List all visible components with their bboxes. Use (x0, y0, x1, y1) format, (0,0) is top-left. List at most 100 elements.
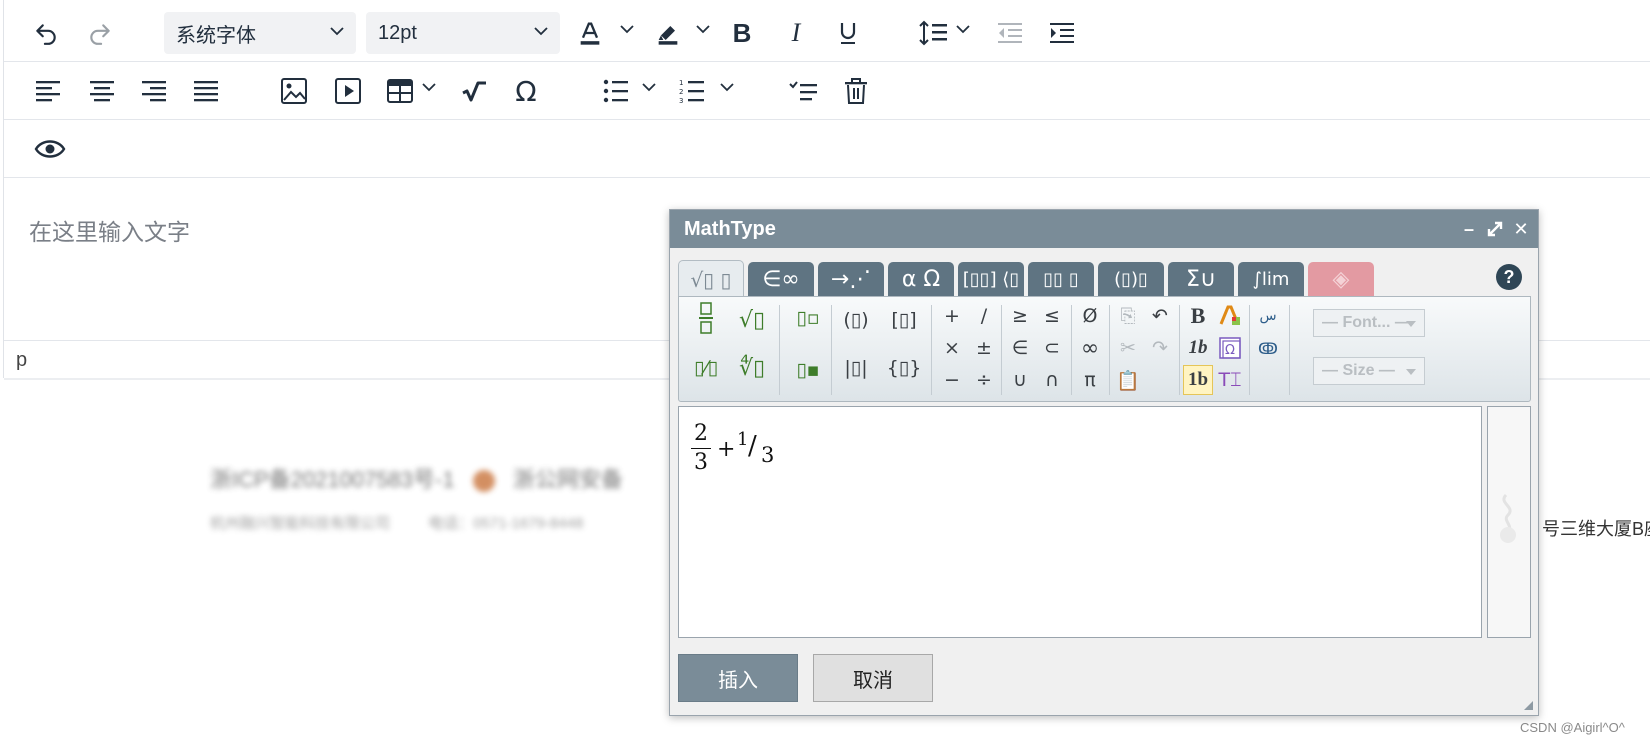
element-of-icon[interactable]: ∈ (1005, 333, 1035, 363)
math-mode-icon[interactable]: 1b (1183, 365, 1213, 395)
tab-scripts[interactable]: ▯▯ ▯ (1028, 262, 1094, 296)
chevron-down-icon[interactable] (720, 82, 734, 92)
curly-brackets-icon[interactable]: {▯} (887, 353, 922, 383)
insert-button[interactable]: 插入 (678, 654, 798, 702)
preview-button[interactable] (30, 131, 70, 167)
tab-big-operators[interactable]: Σ∪ (1168, 262, 1234, 296)
size-select[interactable]: — Size — (1313, 357, 1425, 385)
font-color-icon[interactable] (1215, 301, 1245, 331)
redo-icon[interactable]: ↷ (1145, 333, 1175, 363)
font-select-value: — Font... — (1322, 314, 1411, 331)
maximize-icon[interactable] (1486, 220, 1504, 238)
align-left-icon (36, 81, 60, 102)
square-brackets-icon[interactable]: [▯] (889, 305, 919, 335)
underline-button[interactable] (830, 15, 866, 51)
italic-button[interactable]: I (778, 15, 814, 51)
plus-minus-icon[interactable]: ± (969, 333, 999, 363)
mathtype-titlebar[interactable]: MathType – ✕ (670, 210, 1538, 248)
italic-math-icon[interactable]: 1b (1183, 333, 1213, 363)
nth-root-icon[interactable]: ∜▯ (737, 353, 767, 383)
parentheses-icon[interactable]: (▯) (841, 305, 871, 335)
line-height-button[interactable] (916, 15, 952, 51)
align-left-button[interactable] (30, 73, 66, 109)
tab-symbols[interactable]: ∈∞ (748, 262, 814, 296)
times-icon[interactable]: × (937, 333, 967, 363)
superscript-icon[interactable]: ▯▫ (793, 303, 823, 333)
bullet-list-icon (603, 79, 628, 103)
bevelled-fraction-icon[interactable]: ▯⁄▯ (691, 353, 721, 383)
outdent-button[interactable] (992, 15, 1028, 51)
subset-icon[interactable]: ⊂ (1037, 333, 1067, 363)
tab-greek[interactable]: α Ω (888, 262, 954, 296)
tab-general[interactable]: √▯ ▯ (678, 260, 744, 298)
handwriting-panel[interactable] (1487, 406, 1531, 638)
chevron-down-icon[interactable] (956, 24, 970, 34)
text-color-button[interactable] (572, 15, 608, 51)
cancel-button[interactable]: 取消 (813, 654, 933, 702)
format-painter-button[interactable] (786, 73, 822, 109)
plus-operator: + (717, 437, 736, 462)
handwriting-icon[interactable]: ↂ (1253, 333, 1283, 363)
delete-button[interactable] (838, 73, 874, 109)
chevron-down-icon[interactable] (422, 82, 436, 92)
font-size-select[interactable]: 12pt (366, 12, 560, 54)
chevron-down-icon[interactable] (642, 82, 656, 92)
chevron-down-icon[interactable] (620, 24, 634, 34)
sqrt-icon[interactable]: √▯ (737, 305, 767, 335)
bullet-list-button[interactable] (598, 73, 634, 109)
bold-icon[interactable]: B (1183, 301, 1213, 331)
close-icon[interactable]: ✕ (1512, 220, 1530, 238)
tab-chemistry[interactable]: ◈ (1308, 262, 1374, 296)
intersection-icon[interactable]: ∩ (1037, 365, 1067, 395)
tab-matrices[interactable]: [▯▯] ⟨▯ (958, 262, 1024, 296)
union-icon[interactable]: ∪ (1005, 365, 1035, 395)
font-family-select[interactable]: 系统字体 (164, 12, 356, 54)
special-characters-icon[interactable]: Ω (1215, 333, 1245, 363)
insert-media-button[interactable] (330, 73, 366, 109)
minus-icon[interactable]: − (937, 365, 967, 395)
pi-icon[interactable]: π (1075, 365, 1105, 395)
empty-set-icon[interactable]: Ø (1075, 301, 1105, 331)
align-right-button[interactable] (136, 73, 172, 109)
copy-icon[interactable]: ⎘ (1113, 301, 1143, 331)
paste-icon[interactable]: 📋 (1113, 365, 1143, 395)
absolute-value-icon[interactable]: |▯| (841, 353, 871, 383)
greater-equal-icon[interactable]: ≥ (1005, 301, 1035, 331)
chevron-down-icon[interactable] (696, 24, 710, 34)
infinity-icon[interactable]: ∞ (1075, 333, 1105, 363)
element-path[interactable]: p (16, 349, 27, 372)
subscript-icon[interactable]: ▯▪ (793, 355, 823, 385)
less-equal-icon[interactable]: ≤ (1037, 301, 1067, 331)
redo-button[interactable] (80, 15, 120, 51)
insert-image-button[interactable] (276, 73, 312, 109)
insert-table-button[interactable] (382, 73, 418, 109)
svg-text:Ω: Ω (1225, 343, 1235, 358)
undo-button[interactable] (26, 15, 66, 51)
help-icon[interactable]: ? (1496, 264, 1522, 290)
minimize-icon[interactable]: – (1460, 220, 1478, 238)
cut-icon[interactable]: ✂ (1113, 333, 1143, 363)
special-char-button[interactable]: Ω (508, 73, 544, 109)
formula-edit-area[interactable]: 2 3 + 1 / 3 (678, 406, 1482, 638)
tab-decorations[interactable]: (▯)▯ (1098, 262, 1164, 296)
font-select[interactable]: — Font... — (1313, 309, 1425, 337)
fraction-icon[interactable] (691, 302, 721, 334)
numbered-list-icon: 123 (679, 79, 704, 104)
divide-icon[interactable]: ÷ (969, 365, 999, 395)
indent-button[interactable] (1044, 15, 1080, 51)
undo-icon[interactable]: ↶ (1145, 301, 1175, 331)
resize-grip-icon[interactable] (1524, 701, 1533, 710)
text-mode-icon[interactable]: T⌶ (1215, 365, 1245, 395)
bevelled-numerator: 1 (737, 429, 749, 450)
align-justify-button[interactable] (188, 73, 224, 109)
rtl-text-icon[interactable]: ﺱ (1253, 301, 1283, 331)
mathtype-button[interactable] (456, 73, 492, 109)
tab-arrows[interactable]: →⋰ (818, 262, 884, 296)
slash-icon[interactable]: / (969, 301, 999, 331)
highlight-color-button[interactable] (650, 15, 686, 51)
tab-calculus[interactable]: ∫lim (1238, 262, 1304, 296)
numbered-list-button[interactable]: 123 (674, 73, 710, 109)
align-center-button[interactable] (84, 73, 120, 109)
plus-icon[interactable]: + (937, 301, 967, 331)
bold-button[interactable]: B (724, 15, 760, 51)
